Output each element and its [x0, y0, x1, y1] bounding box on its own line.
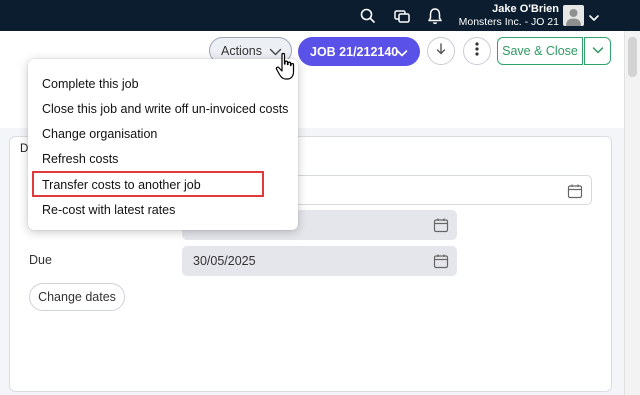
top-bar: Jake O'Brien Monsters Inc. - JO 21	[0, 0, 640, 31]
menu-item-close-and-write-off[interactable]: Close this job and write off un-invoiced…	[42, 102, 288, 116]
more-vertical-icon	[474, 41, 480, 62]
menu-item-complete-job[interactable]: Complete this job	[42, 77, 139, 91]
calendar-icon[interactable]	[567, 183, 583, 199]
chevron-down-icon[interactable]	[588, 10, 600, 21]
user-avatar-icon[interactable]	[563, 5, 584, 26]
more-options-button[interactable]	[463, 37, 491, 65]
scroll-thumb[interactable]	[628, 37, 637, 77]
menu-item-refresh-costs[interactable]: Refresh costs	[42, 152, 118, 166]
arrow-down-icon	[434, 42, 448, 61]
search-icon[interactable]	[358, 6, 378, 26]
due-date-label: Due	[29, 253, 52, 267]
due-date-field[interactable]: 30/05/2025	[182, 246, 457, 276]
vertical-scrollbar[interactable]	[624, 31, 640, 395]
download-button[interactable]	[427, 37, 455, 65]
highlight-box	[32, 171, 264, 197]
calendar-icon[interactable]	[433, 217, 449, 233]
actions-menu: Complete this job Close this job and wri…	[28, 59, 298, 230]
calendar-icon[interactable]	[433, 253, 449, 269]
job-number-button[interactable]: JOB 21/212140	[298, 37, 420, 66]
hand-cursor-icon	[274, 52, 298, 82]
actions-label: Actions	[221, 43, 262, 58]
save-and-close-button[interactable]: Save & Close	[497, 37, 583, 65]
chevron-down-icon	[592, 42, 604, 60]
chevron-down-icon	[396, 47, 408, 57]
menu-item-change-organisation[interactable]: Change organisation	[42, 127, 157, 141]
bell-icon[interactable]	[425, 6, 445, 26]
user-organisation: Monsters Inc. - JO 21	[458, 16, 559, 28]
menu-item-re-cost-latest-rates[interactable]: Re-cost with latest rates	[42, 203, 175, 217]
change-dates-button[interactable]: Change dates	[29, 283, 125, 311]
windows-icon[interactable]	[392, 6, 412, 26]
save-options-dropdown-button[interactable]	[584, 37, 611, 65]
user-name: Jake O'Brien	[492, 3, 559, 15]
due-date-value: 30/05/2025	[193, 254, 256, 268]
change-dates-label: Change dates	[38, 290, 116, 304]
save-and-close-label: Save & Close	[502, 44, 578, 58]
job-number-label: JOB 21/212140	[310, 44, 399, 59]
